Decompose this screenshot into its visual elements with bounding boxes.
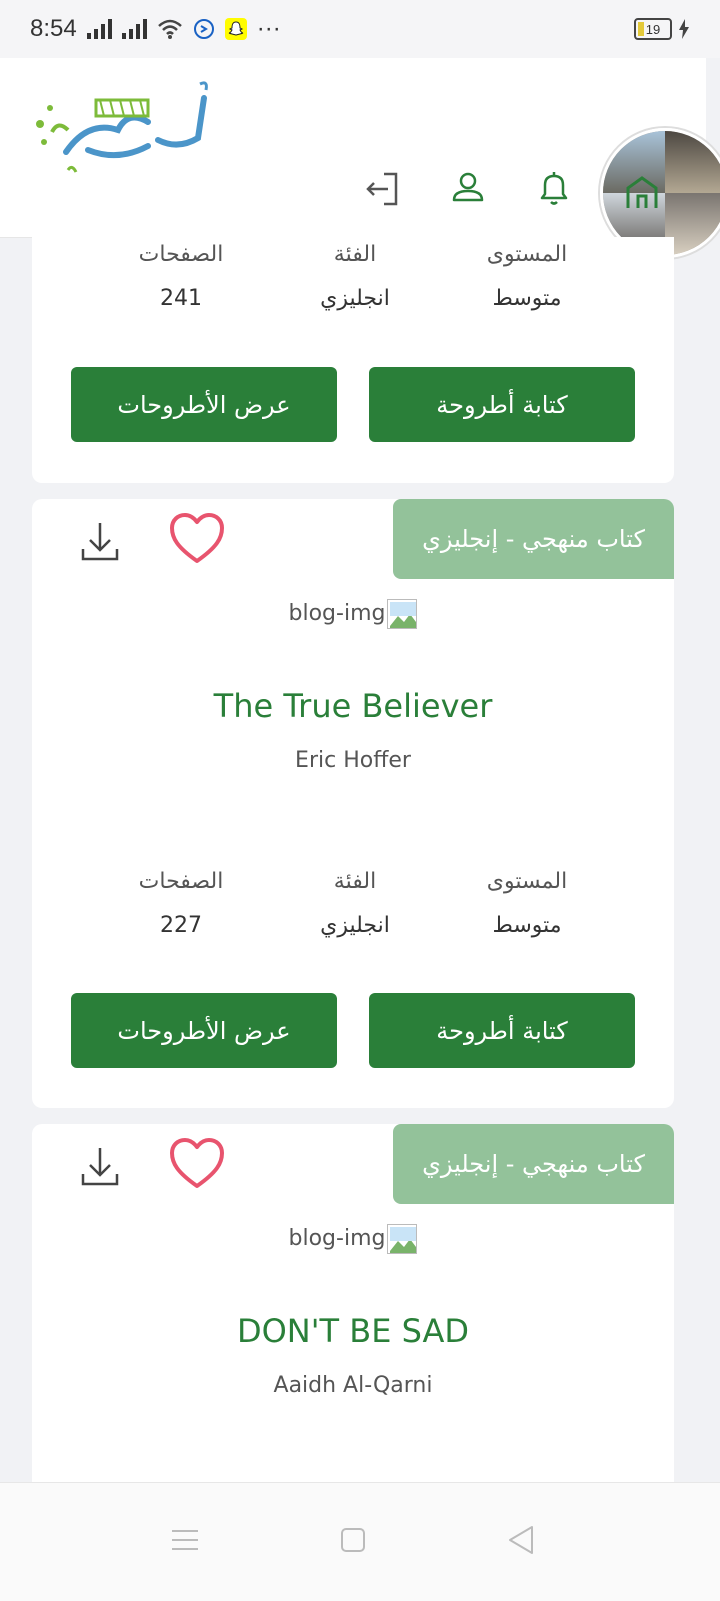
write-thesis-button[interactable]: كتابة أطروحة: [369, 993, 635, 1068]
book-title[interactable]: DON'T BE SAD: [32, 1312, 674, 1350]
book-cover-image: blog-img: [32, 1224, 674, 1254]
home-icon[interactable]: [622, 168, 662, 208]
level-label: المستوى: [486, 242, 568, 267]
signal-icon-2: [121, 19, 147, 39]
logout-icon[interactable]: [362, 168, 402, 208]
book-category-tag: كتاب منهجي - إنجليزي: [393, 1124, 674, 1204]
meta-pages: الصفحات 227: [96, 864, 266, 952]
pages-label: الصفحات: [138, 242, 224, 267]
shazam-icon: [193, 19, 214, 39]
image-alt-text: blog-img: [288, 601, 386, 626]
download-icon[interactable]: [80, 521, 120, 563]
snapchat-icon: [224, 18, 247, 40]
pages-value: 241: [160, 286, 202, 311]
pages-label: الصفحات: [138, 869, 224, 894]
book-card: المستوى متوسط الفئة انجليزي الصفحات 241 …: [32, 237, 674, 483]
user-icon[interactable]: [448, 168, 488, 208]
meta-level: المستوى متوسط: [442, 864, 612, 952]
book-card: كتاب منهجي - إنجليزي blog-img DON'T BE S…: [32, 1124, 674, 1482]
level-value: متوسط: [492, 913, 562, 938]
signal-icon: [86, 19, 112, 39]
image-alt-text: blog-img: [288, 1226, 386, 1251]
favorite-heart-icon[interactable]: [169, 1138, 225, 1190]
view-theses-button[interactable]: عرض الأطروحات: [71, 993, 337, 1068]
wifi-icon: [157, 19, 182, 39]
status-bar: 8:54 ··· 19: [0, 0, 720, 58]
charging-icon: [679, 19, 689, 39]
app-logo[interactable]: [28, 80, 218, 190]
status-right: 19: [634, 18, 690, 40]
back-icon[interactable]: [504, 1523, 538, 1557]
level-label: المستوى: [486, 869, 568, 894]
meta-category: الفئة انجليزي: [270, 237, 440, 325]
book-cover-image: blog-img: [32, 599, 674, 629]
system-nav-bar: [0, 1482, 720, 1601]
app-header: [0, 58, 720, 258]
category-label: الفئة: [333, 869, 377, 894]
book-category-tag: كتاب منهجي - إنجليزي: [393, 499, 674, 579]
level-value: متوسط: [492, 286, 562, 311]
meta-level: المستوى متوسط: [442, 237, 612, 325]
view-theses-button[interactable]: عرض الأطروحات: [71, 367, 337, 442]
book-meta: المستوى متوسط الفئة انجليزي الصفحات 227: [32, 864, 674, 954]
book-title[interactable]: The True Believer: [32, 687, 674, 725]
status-time: 8:54: [30, 15, 77, 42]
book-card: كتاب منهجي - إنجليزي blog-img The True B…: [32, 499, 674, 1108]
meta-category: الفئة انجليزي: [270, 864, 440, 952]
meta-pages: الصفحات 241: [96, 237, 266, 325]
menu-icon[interactable]: [168, 1523, 202, 1557]
favorite-heart-icon[interactable]: [169, 513, 225, 565]
write-thesis-button[interactable]: كتابة أطروحة: [369, 367, 635, 442]
battery-level: 19: [645, 21, 661, 37]
book-meta: المستوى متوسط الفئة انجليزي الصفحات 241: [32, 237, 674, 327]
status-left: 8:54 ···: [30, 15, 281, 43]
broken-image-icon: [387, 1224, 418, 1254]
bell-icon[interactable]: [534, 168, 574, 208]
broken-image-icon: [387, 599, 418, 629]
download-icon[interactable]: [80, 1146, 120, 1188]
book-author: Aaidh Al-Qarni: [273, 1373, 433, 1398]
category-label: الفئة: [333, 242, 377, 267]
category-value: انجليزي: [320, 913, 390, 938]
pages-value: 227: [160, 913, 202, 938]
category-value: انجليزي: [320, 286, 390, 311]
more-notifications: ···: [256, 15, 281, 42]
book-author: Eric Hoffer: [295, 748, 411, 773]
book-list[interactable]: المستوى متوسط الفئة انجليزي الصفحات 241 …: [0, 237, 720, 1482]
battery-icon: 19: [634, 18, 672, 40]
home-square-icon[interactable]: [336, 1523, 370, 1557]
